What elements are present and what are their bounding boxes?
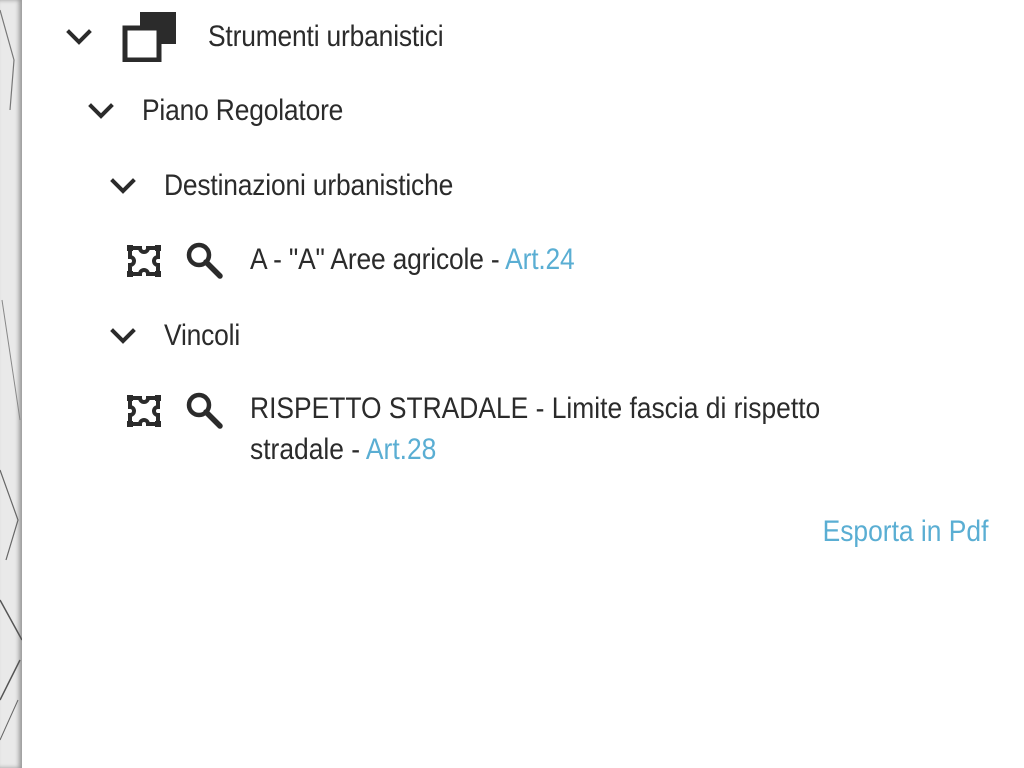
chevron-down-icon[interactable]	[110, 177, 136, 195]
tree-node-piano-regolatore[interactable]: Piano Regolatore	[88, 90, 371, 132]
article-link[interactable]: Art.28	[366, 433, 436, 466]
tree-node-vincoli[interactable]: Vincoli	[110, 315, 250, 357]
layer-info-panel: Strumenti urbanistici Piano Regolatore D…	[22, 0, 1024, 768]
export-pdf-link[interactable]: Esporta in Pdf	[822, 515, 988, 549]
item-label: A - "A" Aree agricole - Art.24	[250, 243, 575, 277]
item-label: RISPETTO STRADALE - Limite fascia di ris…	[250, 388, 820, 470]
select-area-icon[interactable]	[124, 240, 164, 280]
layers-icon	[122, 12, 178, 62]
tree-node-strumenti-urbanistici[interactable]: Strumenti urbanistici	[66, 12, 476, 62]
tree-node-label: Destinazioni urbanistiche	[164, 169, 454, 202]
chevron-down-icon[interactable]	[88, 102, 114, 120]
chevron-down-icon[interactable]	[110, 327, 136, 345]
list-item-rispetto-stradale: RISPETTO STRADALE - Limite fascia di ris…	[124, 388, 924, 478]
list-item-aree-agricole: A - "A" Aree agricole - Art.24	[124, 238, 619, 282]
zoom-search-icon[interactable]	[184, 240, 224, 280]
tree-node-label: Vincoli	[164, 319, 241, 352]
tree-node-label: Piano Regolatore	[142, 94, 344, 127]
article-link[interactable]: Art.24	[505, 243, 575, 276]
item-text: A - "A" Aree agricole -	[250, 243, 506, 276]
item-text: stradale -	[250, 433, 366, 466]
tree-node-destinazioni-urbanistiche[interactable]: Destinazioni urbanistiche	[110, 165, 493, 207]
item-text-line1: RISPETTO STRADALE - Limite fascia di ris…	[250, 392, 821, 425]
tree-node-label: Strumenti urbanistici	[208, 20, 444, 53]
map-background-strip	[0, 0, 22, 768]
select-area-icon[interactable]	[124, 390, 164, 430]
item-text-line2: stradale - Art.28	[250, 429, 820, 470]
zoom-search-icon[interactable]	[184, 390, 224, 430]
chevron-down-icon[interactable]	[66, 28, 92, 46]
